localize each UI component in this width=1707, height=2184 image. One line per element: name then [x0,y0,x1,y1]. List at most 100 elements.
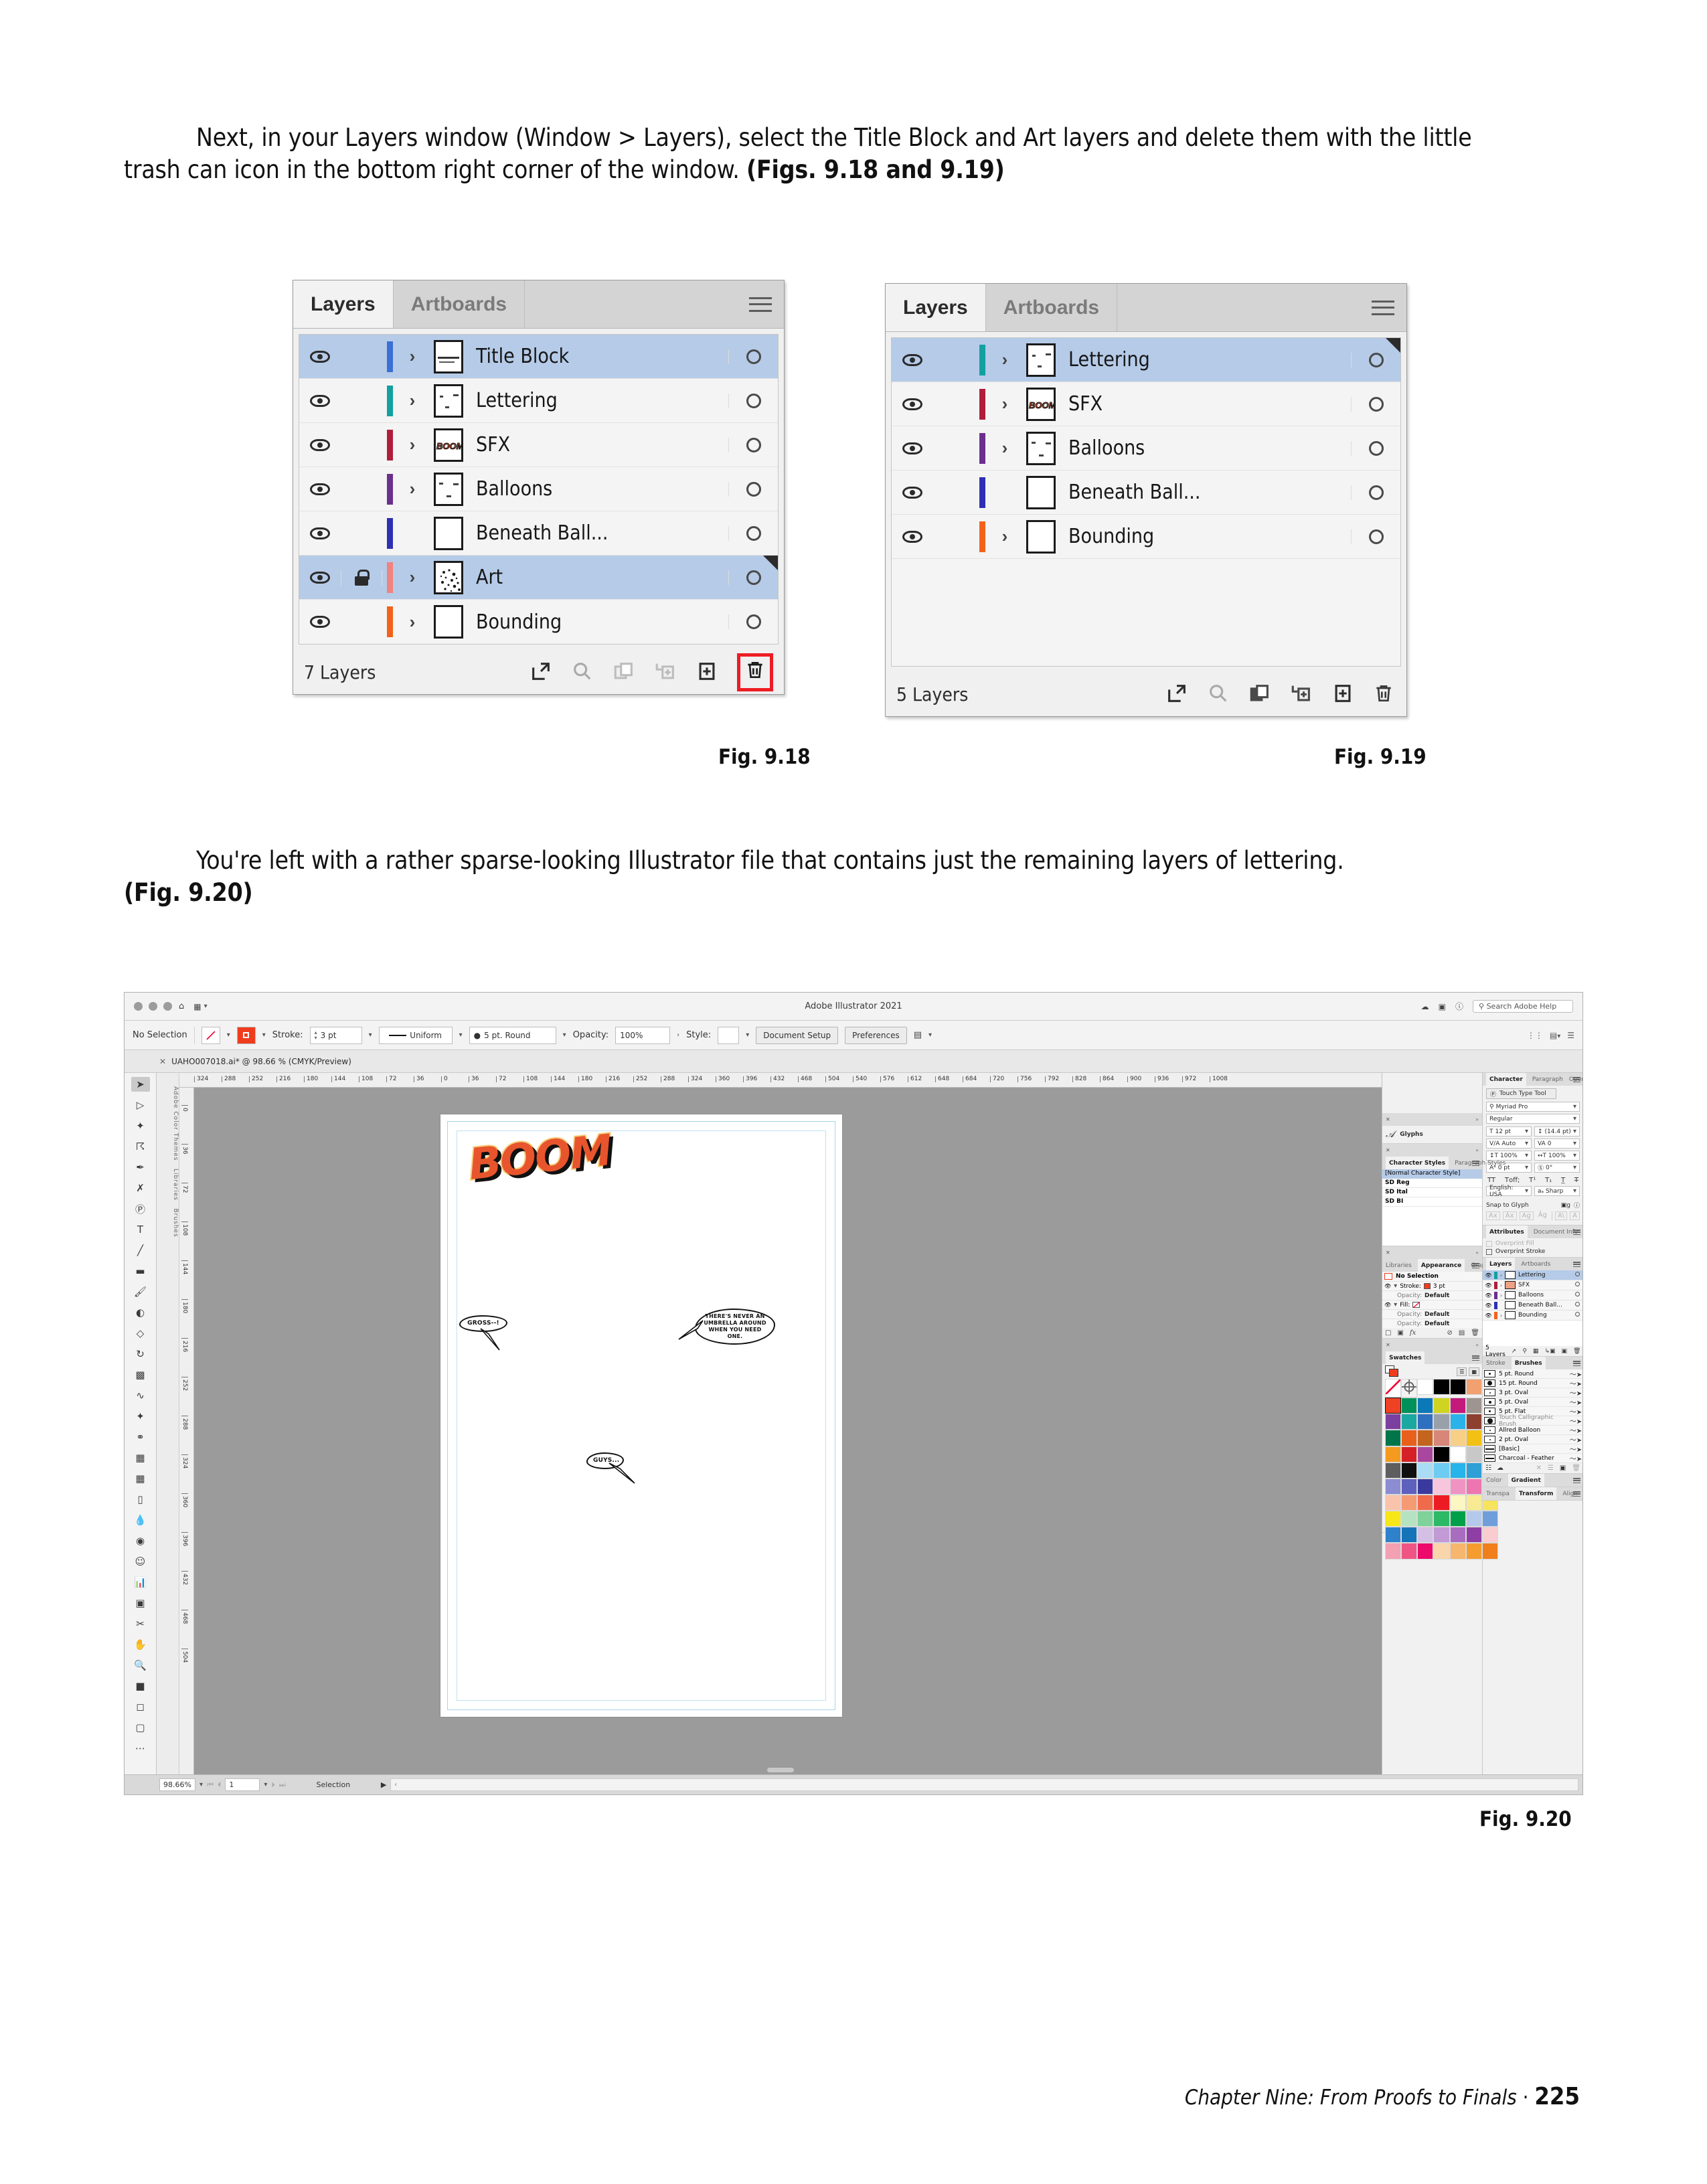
leading-input[interactable]: ↕ (14.4 pt) ▾ [1534,1126,1580,1137]
panel-menu-icon[interactable] [1472,1263,1479,1268]
color-swatch[interactable] [1401,1511,1417,1527]
make-sublayer-icon[interactable] [613,660,635,684]
swatch-grid[interactable] [1382,1379,1482,1532]
rotate-tool-icon[interactable]: ↻ [131,1347,150,1361]
color-swatch[interactable] [1433,1446,1449,1462]
visibility-toggle[interactable] [299,616,341,628]
color-swatch[interactable] [1450,1414,1466,1430]
color-swatch[interactable] [1466,1462,1482,1479]
slice-tool-icon[interactable]: ✂ [131,1616,150,1631]
color-swatch[interactable] [1466,1479,1482,1495]
color-swatch[interactable] [1417,1462,1433,1479]
visibility-toggle[interactable] [299,439,341,451]
hand-tool-icon[interactable]: ✋ [131,1637,150,1652]
previous-artboard-icon[interactable]: ⏴ [218,1780,222,1790]
table-row[interactable]: › BOOM SFX [892,382,1400,426]
list-item[interactable]: 👁 › Lettering [1483,1270,1583,1280]
chevron-right-icon[interactable]: › [989,394,1020,414]
eye-icon[interactable]: 👁 [1483,1313,1494,1319]
speech-balloon[interactable]: GUYS... [586,1452,624,1469]
layer-name[interactable]: Title Block [469,345,728,368]
new-layer-icon[interactable] [696,660,718,684]
first-artboard-icon[interactable]: ⏮ [207,1780,214,1790]
chevron-right-icon[interactable]: › [989,526,1020,547]
panel-menu-icon[interactable] [1573,1077,1580,1082]
visibility-toggle[interactable] [892,354,933,366]
search-icon[interactable] [571,660,594,684]
snap-cap-height-icon[interactable]: Āx [1503,1211,1517,1220]
eyedropper-tool-icon[interactable]: 💧 [131,1513,150,1527]
eye-icon[interactable]: 👁 [1384,1283,1391,1289]
color-swatch[interactable] [1433,1543,1449,1559]
list-item[interactable]: SD BI [1382,1197,1482,1207]
expand-icon[interactable]: » [1475,1116,1479,1122]
remove-brush-stroke-icon[interactable]: ✕ [1536,1464,1541,1472]
list-item[interactable]: 👁 › Balloons [1483,1290,1583,1300]
panel-menu-icon[interactable] [1573,1230,1580,1235]
target-indicator[interactable] [728,349,778,364]
overprint-stroke-checkbox[interactable] [1486,1249,1492,1255]
close-icon[interactable]: ✕ [159,1057,166,1066]
list-item[interactable]: 👁 › SFX [1483,1280,1583,1290]
snap-italic-icon[interactable]: A [1570,1211,1580,1220]
horizontal-scale-input[interactable]: ↔T 100% ▾ [1534,1151,1580,1161]
eye-icon[interactable]: 👁 [1483,1292,1494,1298]
target-indicator[interactable] [728,482,778,497]
stroke-weight-dropdown-icon[interactable]: ▾ [369,1031,372,1039]
document-tab-label[interactable]: UAHO007018.ai* @ 98.66 % (CMYK/Preview) [171,1057,351,1066]
color-swatch[interactable] [1417,1398,1433,1414]
tab-character-styles[interactable]: Character Styles [1386,1157,1449,1169]
layer-name[interactable]: Balloons [469,477,728,501]
brush-list[interactable]: 5 pt. Round 〜➤ 15 pt. Round 〜➤ 3 pt. Oval 〜➤ 5… [1483,1369,1583,1463]
list-item[interactable]: 👁 › Bounding [1483,1311,1583,1321]
curvature-tool-icon[interactable]: ✗ [131,1181,150,1195]
character-panel[interactable]: Character Paragraph OpenType Ⓟ Touch Typ… [1483,1073,1583,1226]
layer-name[interactable]: Bounding [469,610,728,634]
speech-balloon[interactable]: GROSS--! [459,1315,507,1332]
delete-layer-icon[interactable]: 🗑 [1573,1348,1580,1355]
target-indicator[interactable] [1571,1292,1583,1298]
tab-attributes[interactable]: Attributes [1486,1226,1528,1238]
table-row[interactable]: › Balloons [892,426,1400,471]
brushes-panel[interactable]: Stroke Brushes 5 pt. Round 〜➤ 15 pt. Round… [1483,1357,1583,1474]
lasso-tool-icon[interactable]: ☈ [131,1139,150,1154]
visibility-toggle[interactable] [892,487,933,499]
color-swatch[interactable] [1417,1511,1433,1527]
color-swatch[interactable] [1401,1414,1417,1430]
table-row[interactable]: › Bounding [299,600,778,644]
new-sublayer-icon[interactable] [654,660,677,684]
table-row[interactable]: › BOOM SFX [299,423,778,467]
preferences-button[interactable]: Preferences [845,1027,907,1044]
color-swatch[interactable] [1385,1495,1401,1511]
new-layer-icon[interactable]: ▣ [1561,1348,1567,1355]
visibility-toggle[interactable] [892,442,933,454]
artboard-number-input[interactable]: 1 [225,1778,260,1791]
tab-color[interactable]: Color [1486,1477,1502,1484]
color-none-gradient-icon[interactable]: ◻ [131,1699,150,1714]
color-swatch[interactable] [1450,1543,1466,1559]
tab-transform[interactable]: Transform [1516,1487,1556,1500]
delete-layer-icon[interactable] [1373,682,1396,706]
layer-name[interactable]: SFX [1518,1282,1571,1288]
zoom-level-input[interactable]: 98.66% [159,1778,195,1791]
add-effect-icon[interactable]: fx [1410,1329,1416,1337]
delete-layer-icon[interactable] [737,653,773,691]
align-dropdown-icon[interactable]: ▾ [928,1031,932,1039]
layer-name[interactable]: Lettering [1518,1272,1571,1278]
tab-layers[interactable]: Layers [293,280,394,328]
zoom-tool-icon[interactable]: 🔍 [131,1658,150,1673]
layers-panel-fig918[interactable]: Layers Artboards › Title Block › Letteri [293,280,785,695]
visibility-toggle[interactable] [299,572,341,584]
collapse-icon[interactable]: « [1475,1250,1479,1256]
table-row[interactable]: › Title Block [299,335,778,379]
brush-dropdown-icon[interactable]: ▾ [563,1031,566,1039]
tab-artboards[interactable]: Artboards [394,280,525,328]
color-swatch[interactable] [1450,1398,1466,1414]
anti-alias-select[interactable]: aₐ Sharp ▾ [1534,1186,1580,1196]
color-swatch[interactable] [1466,1430,1482,1446]
panel-grip-icon[interactable]: ⋮⋮ [1527,1031,1543,1040]
locate-object-icon[interactable] [530,660,552,684]
list-item[interactable]: [Normal Character Style] [1382,1169,1482,1179]
add-new-fill-icon[interactable]: ▣ [1397,1329,1403,1337]
target-indicator[interactable] [1351,485,1400,500]
